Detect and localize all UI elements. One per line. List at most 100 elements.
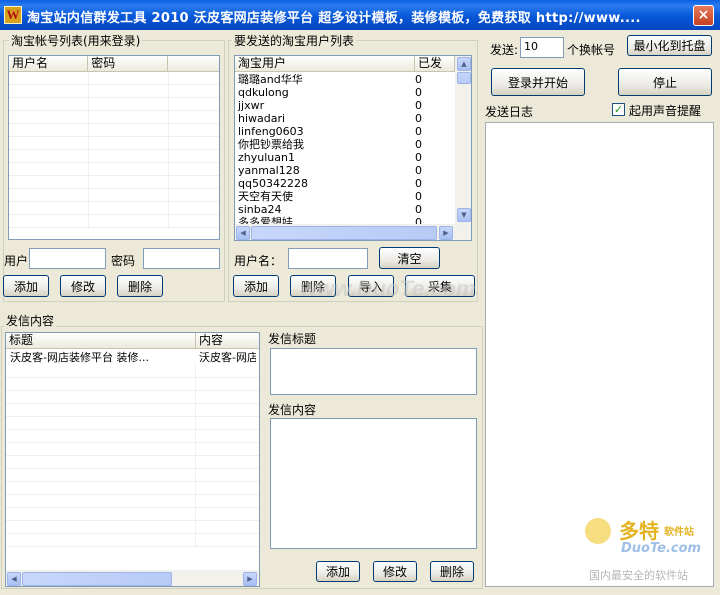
target-user-cell: qq50342228 <box>238 177 308 190</box>
table-row[interactable]: 璐璐and华华 0 <box>235 73 455 86</box>
target-username-input[interactable] <box>288 248 368 269</box>
target-add-button[interactable]: 添加 <box>233 275 279 297</box>
account-user-label: 用户 <box>4 254 29 268</box>
subject-label: 发信标题 <box>268 332 317 346</box>
sound-alert-label[interactable]: 起用声音提醒 <box>629 102 701 119</box>
target-sent-cell: 0 <box>415 73 422 86</box>
target-user-cell: qdkulong <box>238 86 289 99</box>
account-delete-button[interactable]: 删除 <box>117 275 163 297</box>
empty-row <box>6 378 259 391</box>
column-header-taobao-user[interactable]: 淘宝用户 <box>235 56 415 71</box>
table-row[interactable]: qq50342228 0 <box>235 177 455 190</box>
table-row[interactable]: 沃皮客-网店装修平台 装修... 沃皮客-网店 <box>6 350 259 365</box>
empty-row <box>9 202 219 215</box>
column-header-password[interactable]: 密码 <box>88 56 168 71</box>
table-row[interactable]: 天空有天使 0 <box>235 190 455 203</box>
stop-button[interactable]: 停止 <box>618 68 712 96</box>
empty-row <box>6 534 259 547</box>
target-sent-cell: 0 <box>415 138 422 151</box>
empty-row <box>6 430 259 443</box>
target-sent-cell: 0 <box>415 190 422 203</box>
scroll-right-icon[interactable]: ▶ <box>243 572 257 586</box>
logo-en-text: DuoTe.com <box>621 541 702 556</box>
account-password-input[interactable] <box>143 248 220 269</box>
duote-mascot-icon <box>585 518 611 544</box>
sound-alert-checkbox[interactable]: ✓ <box>612 103 625 116</box>
send-count-label: 发送: <box>490 43 519 57</box>
target-sent-cell: 0 <box>415 177 422 190</box>
targets-vertical-scrollbar[interactable]: ▲ ▼ <box>455 56 471 224</box>
table-row[interactable]: hiwadari 0 <box>235 112 455 125</box>
messages-horizontal-scrollbar[interactable]: ◀ ▶ <box>6 570 259 586</box>
scroll-left-icon[interactable]: ◀ <box>7 572 21 586</box>
target-user-cell: linfeng0603 <box>238 125 304 138</box>
target-sent-cell: 0 <box>415 125 422 138</box>
table-row[interactable]: 你把钞票给我 0 <box>235 138 455 151</box>
targets-list[interactable]: 淘宝用户 已发 璐璐and华华 0 qdkulong 0 jjxwr 0 hiwadari 0… <box>234 55 472 241</box>
table-row[interactable]: yanmal128 0 <box>235 164 455 177</box>
center-watermark: www.DuoTe.com <box>300 276 476 301</box>
empty-row <box>6 508 259 521</box>
body-textarea[interactable] <box>270 418 477 549</box>
logo-cn-text: 多特 <box>619 521 659 543</box>
scroll-right-icon[interactable]: ▶ <box>439 226 453 240</box>
window-title: 淘宝站内信群发工具 2010 沃皮客网店装修平台 超多设计模板，装修模板，免费获… <box>27 11 641 26</box>
target-user-cell: 天空有天使 <box>238 190 293 203</box>
minimize-to-tray-button[interactable]: 最小化到托盘 <box>627 35 712 56</box>
accounts-list-header: 用户名 密码 <box>9 56 219 72</box>
column-header-username[interactable]: 用户名 <box>9 56 89 71</box>
target-sent-cell: 0 <box>415 151 422 164</box>
account-add-button[interactable]: 添加 <box>3 275 49 297</box>
scroll-thumb-horizontal[interactable] <box>251 226 437 240</box>
table-row[interactable]: sinba24 0 <box>235 203 455 216</box>
empty-row <box>9 163 219 176</box>
column-header-sent[interactable]: 已发 <box>415 56 455 71</box>
logo-slogan-text: 国内最安全的软件站 <box>589 569 688 582</box>
duote-logo-watermark: 多特 软件站 DuoTe.com 国内最安全的软件站 <box>585 515 715 590</box>
target-username-label: 用户名： <box>234 254 283 268</box>
empty-row <box>9 85 219 98</box>
targets-horizontal-scrollbar[interactable]: ◀ ▶ <box>235 224 471 240</box>
close-button[interactable]: × <box>693 5 714 26</box>
empty-row <box>6 417 259 430</box>
empty-row <box>6 495 259 508</box>
scroll-thumb-horizontal[interactable] <box>22 572 172 586</box>
table-row[interactable]: qdkulong 0 <box>235 86 455 99</box>
empty-row <box>9 124 219 137</box>
target-clear-button[interactable]: 清空 <box>379 247 440 269</box>
switch-account-label: 个换帐号 <box>567 43 616 57</box>
subject-input[interactable] <box>270 348 477 395</box>
targets-rows: 璐璐and华华 0 qdkulong 0 jjxwr 0 hiwadari 0 linfeng0… <box>235 73 455 225</box>
table-row[interactable]: zhyuluan1 0 <box>235 151 455 164</box>
scroll-down-icon[interactable]: ▼ <box>457 208 471 222</box>
target-user-cell: yanmal128 <box>238 164 300 177</box>
empty-row <box>9 111 219 124</box>
target-user-cell: 你把钞票给我 <box>238 138 304 151</box>
target-sent-cell: 0 <box>415 164 422 177</box>
scroll-up-icon[interactable]: ▲ <box>457 57 471 71</box>
account-edit-button[interactable]: 修改 <box>60 275 106 297</box>
account-user-input[interactable] <box>29 248 106 269</box>
target-sent-cell: 0 <box>415 112 422 125</box>
target-user-cell: zhyuluan1 <box>238 151 295 164</box>
message-delete-button[interactable]: 删除 <box>430 561 474 582</box>
send-count-input[interactable]: 10 <box>520 37 564 58</box>
scroll-left-icon[interactable]: ◀ <box>236 226 250 240</box>
message-add-button[interactable]: 添加 <box>316 561 360 582</box>
body-label: 发信内容 <box>268 403 317 417</box>
login-start-button[interactable]: 登录并开始 <box>491 68 585 96</box>
target-sent-cell: 0 <box>415 99 422 112</box>
column-header-content[interactable]: 内容 <box>196 333 259 348</box>
column-header-title[interactable]: 标题 <box>6 333 196 348</box>
empty-row <box>9 176 219 189</box>
table-row[interactable]: jjxwr 0 <box>235 99 455 112</box>
scroll-thumb[interactable] <box>457 72 471 84</box>
message-edit-button[interactable]: 修改 <box>373 561 417 582</box>
empty-row <box>9 150 219 163</box>
table-row[interactable]: linfeng0603 0 <box>235 125 455 138</box>
target-user-cell: sinba24 <box>238 203 282 216</box>
targets-group-label: 要发送的淘宝用户列表 <box>232 32 357 49</box>
title-bar[interactable]: W 淘宝站内信群发工具 2010 沃皮客网店装修平台 超多设计模板，装修模板，免… <box>0 0 720 30</box>
messages-list[interactable]: 标题 内容 沃皮客-网店装修平台 装修... 沃皮客-网店 ◀ ▶ <box>5 332 260 587</box>
accounts-list[interactable]: 用户名 密码 <box>8 55 220 240</box>
